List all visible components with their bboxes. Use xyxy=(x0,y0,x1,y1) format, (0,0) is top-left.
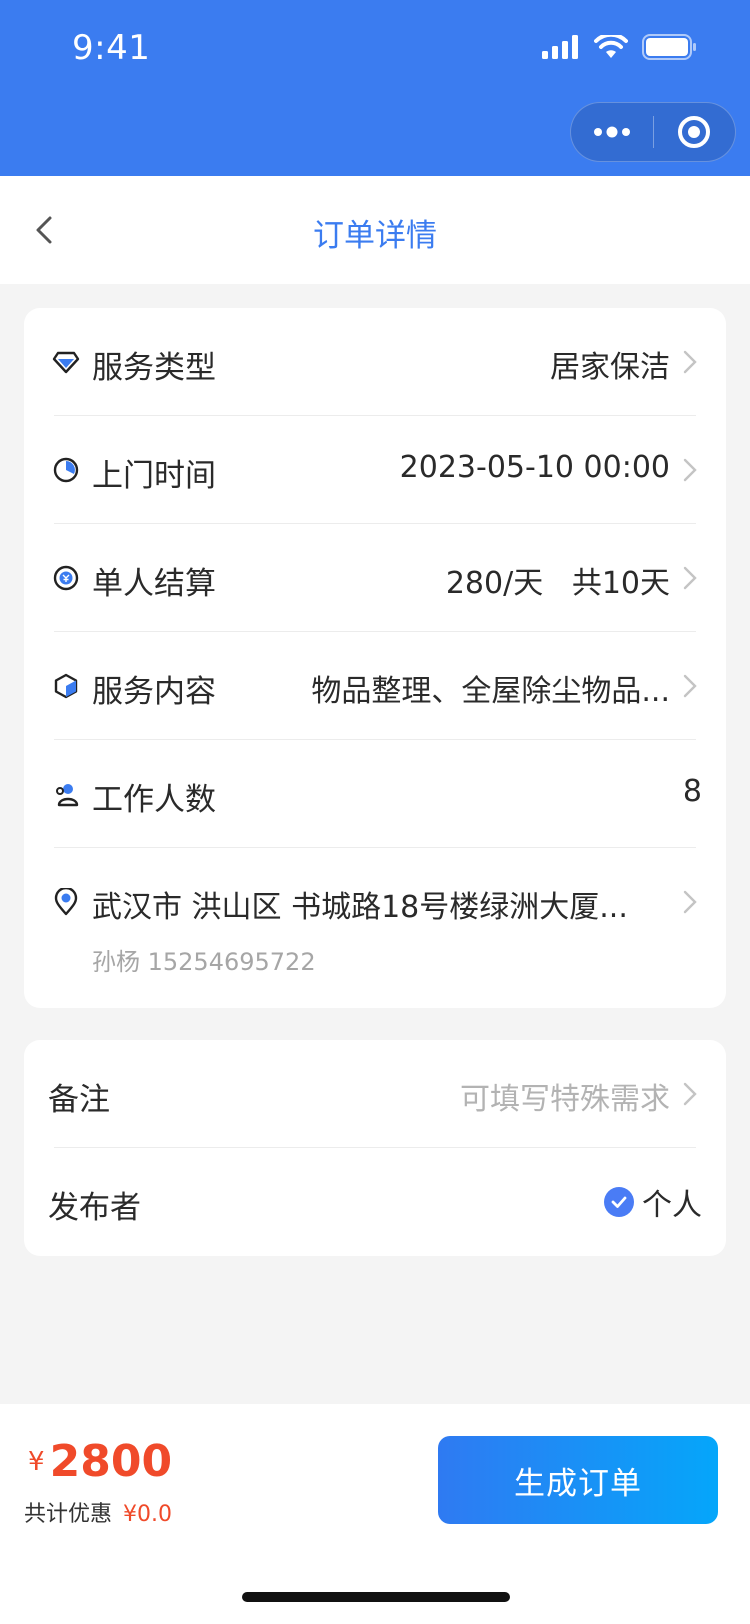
total-price: ¥ 2800 xyxy=(28,1436,172,1487)
cube-icon xyxy=(54,673,78,699)
extra-info-card: 备注 可填写特殊需求 发布者 个人 xyxy=(24,1040,726,1256)
clock-icon xyxy=(53,457,79,483)
publisher-option[interactable]: 个人 xyxy=(604,1180,702,1224)
address-row[interactable]: 武汉市 洪山区 书城路18号楼绿洲大厦... 孙杨 15254695722 xyxy=(24,848,726,1008)
service-type-label: 服务类型 xyxy=(92,350,216,386)
nav-bar: 订单详情 xyxy=(0,176,750,284)
remark-label: 备注 xyxy=(48,1082,110,1118)
service-type-row[interactable]: 服务类型 居家保洁 xyxy=(24,308,726,416)
price-value: 2800 xyxy=(49,1436,173,1487)
chevron-right-icon xyxy=(683,1082,697,1106)
diamond-icon xyxy=(52,351,80,374)
header-bar: 9:41 xyxy=(0,0,750,176)
address-text: 武汉市 洪山区 书城路18号楼绿洲大厦... xyxy=(92,890,628,925)
remark-placeholder[interactable]: 可填写特殊需求 xyxy=(460,1074,670,1118)
visit-time-value: 2023-05-10 00:00 xyxy=(399,450,670,485)
order-details-card: 服务类型 居家保洁 上门时间 2023-05-10 00:00 单人结算 280… xyxy=(24,308,726,1008)
check-icon xyxy=(604,1187,634,1217)
publisher-value: 个人 xyxy=(642,1188,702,1223)
publisher-label: 发布者 xyxy=(48,1190,141,1226)
discount-value: ¥0.0 xyxy=(123,1502,172,1527)
chevron-right-icon xyxy=(683,566,697,590)
status-time: 9:41 xyxy=(72,28,151,68)
settlement-label: 单人结算 xyxy=(92,566,216,602)
settlement-value: 280/天 共10天 xyxy=(445,566,670,601)
service-content-row[interactable]: 服务内容 物品整理、全屋除尘物品... xyxy=(24,632,726,740)
service-content-label: 服务内容 xyxy=(92,674,216,710)
discount-info: 共计优惠 ¥0.0 xyxy=(24,1496,172,1528)
service-type-value: 居家保洁 xyxy=(550,350,670,385)
settlement-row[interactable]: 单人结算 280/天 共10天 xyxy=(24,524,726,632)
coin-icon xyxy=(53,565,79,591)
chevron-right-icon xyxy=(683,458,697,482)
more-button[interactable] xyxy=(571,103,653,161)
more-dots-icon xyxy=(593,126,630,138)
chevron-right-icon xyxy=(683,890,697,914)
target-icon xyxy=(678,116,711,148)
people-icon xyxy=(56,784,79,807)
generate-order-button[interactable]: 生成订单 xyxy=(438,1436,718,1524)
chevron-right-icon xyxy=(683,674,697,698)
bottom-bar: ¥ 2800 共计优惠 ¥0.0 生成订单 xyxy=(0,1404,750,1624)
signal-icon xyxy=(542,35,578,59)
battery-icon xyxy=(642,34,696,60)
visit-time-label: 上门时间 xyxy=(92,458,216,494)
discount-label: 共计优惠 xyxy=(24,1502,113,1527)
location-pin-icon xyxy=(54,888,78,916)
worker-count-row: 工作人数 8 xyxy=(24,740,726,848)
chevron-right-icon xyxy=(683,350,697,374)
page-title: 订单详情 xyxy=(313,218,437,254)
service-content-value: 物品整理、全屋除尘物品... xyxy=(311,674,670,709)
publisher-row: 发布者 个人 xyxy=(24,1148,726,1256)
remark-row[interactable]: 备注 可填写特殊需求 xyxy=(24,1040,726,1148)
home-indicator xyxy=(242,1592,510,1602)
status-icons xyxy=(542,34,698,60)
worker-count-label: 工作人数 xyxy=(92,782,216,818)
wifi-icon xyxy=(594,35,628,58)
mini-program-capsule xyxy=(570,102,736,162)
visit-time-row[interactable]: 上门时间 2023-05-10 00:00 xyxy=(24,416,726,524)
contact-text: 孙杨 15254695722 xyxy=(92,948,316,976)
currency-symbol: ¥ xyxy=(28,1447,45,1477)
close-mini-program-button[interactable] xyxy=(654,103,736,161)
worker-count-value: 8 xyxy=(682,774,702,809)
